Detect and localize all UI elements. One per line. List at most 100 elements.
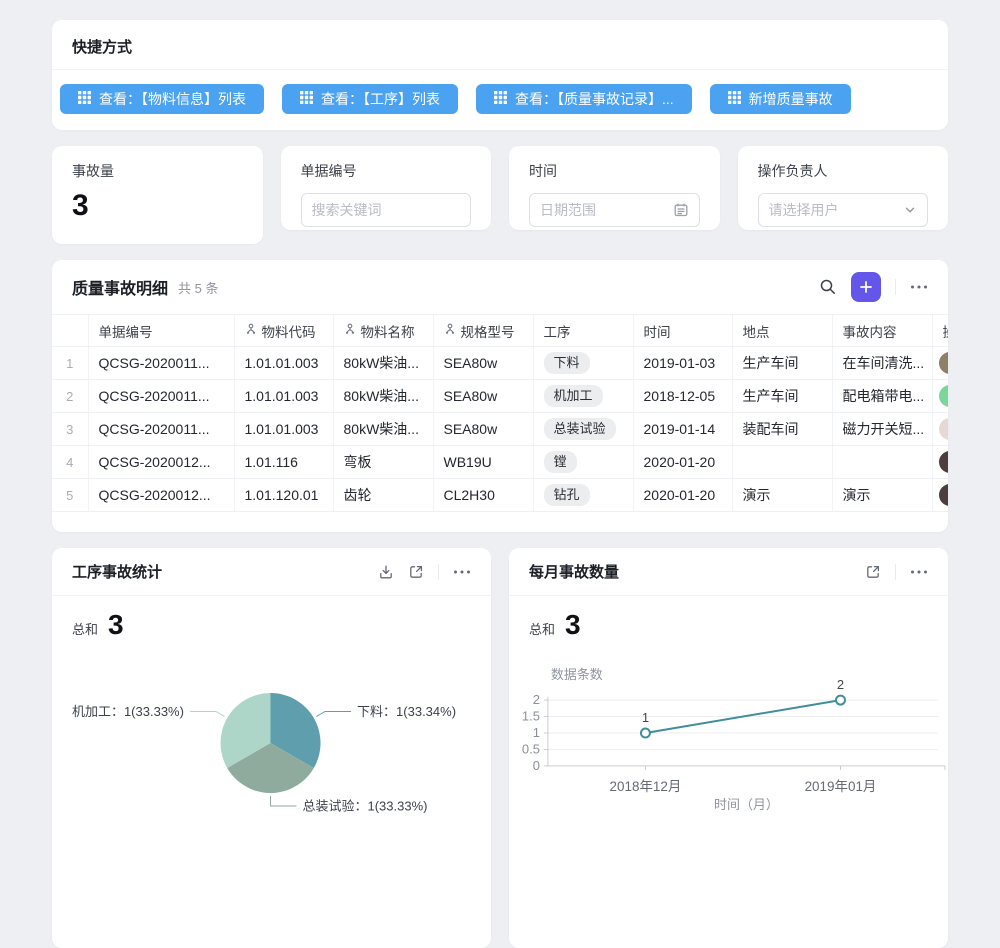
more-icon[interactable] — [910, 569, 928, 575]
operator-label: 操作负责人 — [758, 161, 929, 181]
relation-icon — [245, 323, 257, 338]
cell-material-code: 1.01.116 — [234, 446, 333, 479]
pie-label: 机加工：1(33.33%) — [72, 704, 184, 719]
filter-row: 事故量 3 单据编号 时间 日期范围 操作负责人 — [52, 146, 948, 244]
x-tick-label: 2019年01月 — [805, 779, 877, 794]
time-filter-card: 时间 日期范围 — [509, 146, 720, 230]
cell-date: 2019-01-14 — [633, 413, 732, 446]
table-row[interactable]: 2QCSG-2020011...1.01.01.00380kW柴油...SEA8… — [52, 380, 948, 413]
process-chart-card: 工序事故统计 — [52, 548, 491, 948]
add-record-button[interactable] — [851, 272, 881, 302]
sum-label: 总和 — [72, 619, 98, 638]
cell-spec: SEA80w — [433, 380, 533, 413]
sum-value: 3 — [108, 610, 124, 641]
table-row-count: 共 5 条 — [178, 278, 218, 297]
avatar — [939, 451, 949, 473]
process-tag: 总装试验 — [544, 418, 616, 440]
cell-material-code: 1.01.120.01 — [234, 479, 333, 512]
column-header: 物料代码 — [234, 315, 333, 347]
y-tick-label: 1 — [533, 725, 540, 740]
data-point — [641, 728, 650, 737]
avatar — [939, 484, 949, 506]
table-row[interactable]: 4QCSG-2020012...1.01.116弯板WB19U镗2020-01-… — [52, 446, 948, 479]
pie-leader-line — [190, 711, 225, 716]
shortcut-button-2[interactable]: 查看：【质量事故记录】... — [476, 84, 692, 114]
operator-filter-card: 操作负责人 请选择用户 — [738, 146, 949, 230]
cell-date: 2020-01-20 — [633, 479, 732, 512]
data-point-label: 1 — [642, 710, 649, 725]
cell-content: 配电箱带电... — [832, 380, 932, 413]
cell-spec: WB19U — [433, 446, 533, 479]
cell-content: 在车间清洗... — [832, 347, 932, 380]
cell-material-name: 80kW柴油... — [333, 413, 433, 446]
cell-date: 2018-12-05 — [633, 380, 732, 413]
row-index: 3 — [52, 413, 88, 446]
cell-material-code: 1.01.01.003 — [234, 413, 333, 446]
doc-no-search-input[interactable] — [301, 193, 472, 227]
column-header: 规格型号 — [433, 315, 533, 347]
incident-count-value: 3 — [72, 191, 243, 221]
table-row[interactable]: 1QCSG-2020011...1.01.01.00380kW柴油...SEA8… — [52, 347, 948, 380]
table-row[interactable]: 5QCSG-2020012...1.01.120.01齿轮CL2H30钻孔202… — [52, 479, 948, 512]
table-row[interactable]: 3QCSG-2020011...1.01.01.00380kW柴油...SEA8… — [52, 413, 948, 446]
process-chart-sum: 总和 3 — [52, 596, 491, 641]
monthly-chart-card: 每月事故数量 总 — [509, 548, 948, 948]
shortcut-button-1[interactable]: 查看：【工序】列表 — [282, 84, 458, 114]
shortcut-button-3[interactable]: 新增质量事故 — [710, 84, 851, 114]
table-header-row: 单据编号物料代码物料名称规格型号工序时间地点事故内容操作负责人 — [52, 315, 948, 347]
divider — [895, 564, 896, 580]
column-header: 事故内容 — [832, 315, 932, 347]
cell-date: 2020-01-20 — [633, 446, 732, 479]
cell-material-code: 1.01.01.003 — [234, 380, 333, 413]
cell-process: 镗 — [533, 446, 633, 479]
cell-spec: SEA80w — [433, 413, 533, 446]
sum-value: 3 — [565, 610, 581, 641]
more-icon[interactable] — [910, 284, 928, 290]
monthly-chart-title: 每月事故数量 — [529, 561, 619, 582]
doc-no-label: 单据编号 — [301, 161, 472, 181]
cell-material-name: 齿轮 — [333, 479, 433, 512]
column-header: 物料名称 — [333, 315, 433, 347]
time-label: 时间 — [529, 161, 700, 181]
process-chart-title: 工序事故统计 — [72, 561, 162, 582]
y-tick-label: 1.5 — [522, 708, 540, 723]
avatar — [939, 385, 949, 407]
y-tick-label: 2 — [533, 692, 540, 707]
relation-icon — [444, 323, 456, 338]
search-icon[interactable] — [819, 278, 837, 296]
charts-row: 工序事故统计 — [52, 548, 948, 948]
cell-content: 演示 — [832, 479, 932, 512]
grid-icon — [728, 91, 741, 107]
cell-location — [732, 446, 832, 479]
cell-spec: CL2H30 — [433, 479, 533, 512]
cell-date: 2019-01-03 — [633, 347, 732, 380]
cell-location: 演示 — [732, 479, 832, 512]
cell-material-name: 弯板 — [333, 446, 433, 479]
download-icon[interactable] — [378, 564, 394, 580]
shortcuts-card: 快捷方式 查看：【物料信息】列表查看：【工序】列表查看：【质量事故记录】...新… — [52, 20, 948, 130]
expand-icon[interactable] — [408, 564, 424, 580]
date-range-input[interactable]: 日期范围 — [529, 193, 700, 227]
shortcuts-button-row: 查看：【物料信息】列表查看：【工序】列表查看：【质量事故记录】... 新增质量事故 — [52, 70, 948, 130]
process-tag: 镗 — [544, 451, 577, 473]
cell-location: 装配车间 — [732, 413, 832, 446]
pie-leader-line — [271, 796, 297, 806]
incident-count-label: 事故量 — [72, 161, 243, 181]
process-tag: 机加工 — [544, 385, 603, 407]
expand-icon[interactable] — [865, 564, 881, 580]
column-header: 地点 — [732, 315, 832, 347]
cell-material-name: 80kW柴油... — [333, 380, 433, 413]
shortcut-button-0[interactable]: 查看：【物料信息】列表 — [60, 84, 264, 114]
x-tick-label: 2018年12月 — [610, 779, 682, 794]
cell-doc-no: QCSG-2020012... — [88, 479, 234, 512]
cell-process: 钻孔 — [533, 479, 633, 512]
y-tick-label: 0.5 — [522, 741, 540, 756]
more-icon[interactable] — [453, 569, 471, 575]
cell-content — [832, 446, 932, 479]
x-axis-title: 时间（月） — [714, 797, 779, 812]
cell-doc-no: QCSG-2020011... — [88, 413, 234, 446]
pie-leader-line — [316, 711, 351, 716]
cell-operator — [932, 413, 948, 446]
cell-process: 机加工 — [533, 380, 633, 413]
operator-select[interactable]: 请选择用户 — [758, 193, 929, 227]
